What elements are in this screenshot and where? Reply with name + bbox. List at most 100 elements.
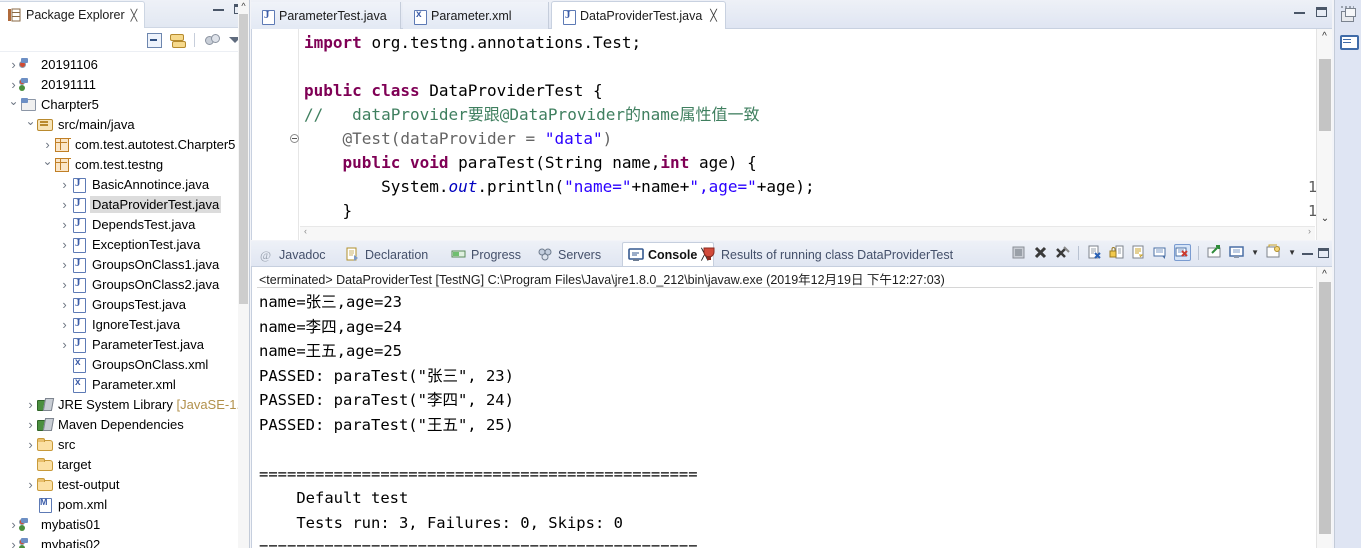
expand-arrow-closed-icon[interactable] xyxy=(59,218,70,231)
tree-item-com-test-testng[interactable]: com.test.testng xyxy=(0,154,249,174)
display-console-icon[interactable] xyxy=(1228,244,1245,261)
editor-scroll-down-arrow[interactable]: ⌄ xyxy=(1317,211,1332,226)
editor-tab-parameter-xml[interactable]: Parameter.xml xyxy=(403,2,549,29)
scroll-lock-icon[interactable] xyxy=(1108,244,1125,261)
view-menu-dots-icon[interactable] xyxy=(204,32,220,48)
expand-arrow-closed-icon[interactable] xyxy=(59,278,70,291)
tree-item-dependstest-java[interactable]: DependsTest.java xyxy=(0,214,249,234)
code-editor[interactable]: 4import org.testng.annotations.Test;56pu… xyxy=(251,29,1332,240)
console-scroll-up-arrow[interactable]: ^ xyxy=(1317,267,1332,282)
expand-arrow-closed-icon[interactable] xyxy=(8,538,19,548)
tree-item-maven-dependencies[interactable]: Maven Dependencies xyxy=(0,414,249,434)
editor-maximize-icon[interactable] xyxy=(1316,7,1327,17)
console-tab-results-of-running-class-dataprovidertest[interactable]: Results of running class DataProviderTes… xyxy=(701,243,953,266)
console-tab-declaration[interactable]: Declaration xyxy=(345,243,428,266)
expand-arrow-closed-icon[interactable] xyxy=(59,198,70,211)
tab-package-explorer[interactable]: Package Explorer ╳ xyxy=(0,1,146,28)
word-wrap-icon[interactable] xyxy=(1130,244,1147,261)
tree-item-pom-xml[interactable]: pom.xml xyxy=(0,494,249,514)
expand-arrow-closed-icon[interactable] xyxy=(8,58,19,71)
pin-console-icon[interactable] xyxy=(1206,244,1223,261)
editor-tab-dataprovidertest-java[interactable]: DataProviderTest.java ╳ xyxy=(551,1,726,29)
editor-scroll-up-arrow[interactable]: ^ xyxy=(1317,29,1332,44)
package-explorer-scrollbar[interactable]: ^ xyxy=(238,0,249,548)
project-tree[interactable]: 20191106 20191111 Charpter5 src/main/java co… xyxy=(0,52,249,548)
expand-arrow-closed-icon[interactable] xyxy=(59,318,70,331)
close-icon[interactable]: ╳ xyxy=(710,9,717,22)
console-output-area[interactable]: <terminated> DataProviderTest [TestNG] C… xyxy=(251,267,1332,548)
restore-perspective-icon[interactable] xyxy=(1338,6,1358,26)
collapse-all-icon[interactable] xyxy=(146,32,162,48)
tree-item-groupstest-java[interactable]: GroupsTest.java xyxy=(0,294,249,314)
tree-item-dataprovidertest-java[interactable]: DataProviderTest.java xyxy=(0,194,249,214)
close-icon[interactable]: ╳ xyxy=(131,9,138,22)
show-console-on-err-icon[interactable] xyxy=(1174,244,1192,261)
java-icon xyxy=(70,276,87,293)
link-with-editor-icon[interactable] xyxy=(169,32,186,48)
expand-arrow-open-icon[interactable] xyxy=(42,158,53,170)
expand-arrow-closed-icon[interactable] xyxy=(59,178,70,191)
tree-item-groupsonclass2-java[interactable]: GroupsOnClass2.java xyxy=(0,274,249,294)
hscroll-right-arrow[interactable]: › xyxy=(1308,226,1311,236)
editor-vertical-scrollbar[interactable]: ^ ⌄ xyxy=(1316,29,1332,240)
expand-arrow-open-icon[interactable] xyxy=(8,98,19,110)
expand-arrow-closed-icon[interactable] xyxy=(42,138,53,151)
tree-item-src-main-java[interactable]: src/main/java xyxy=(0,114,249,134)
console-fastview-icon[interactable] xyxy=(1338,32,1359,52)
tree-item-jre-system-library[interactable]: JRE System Library [JavaSE-1. xyxy=(0,394,249,414)
hscroll-left-arrow[interactable]: ‹ xyxy=(304,226,307,236)
show-console-on-out-icon[interactable] xyxy=(1152,244,1169,261)
expand-arrow-closed-icon[interactable] xyxy=(59,258,70,271)
tree-item-groupsonclass-xml[interactable]: GroupsOnClass.xml xyxy=(0,354,249,374)
folder-icon xyxy=(36,436,53,452)
expand-arrow-closed-icon[interactable] xyxy=(25,478,36,491)
tree-item-mybatis02[interactable]: mybatis02 xyxy=(0,534,249,548)
editor-horizontal-scrollbar[interactable]: ‹ › xyxy=(300,226,1315,240)
expand-arrow-open-icon[interactable] xyxy=(25,118,36,130)
console-scroll-thumb[interactable] xyxy=(1319,282,1331,534)
expand-arrow-closed-icon[interactable] xyxy=(25,418,36,431)
fold-collapse-icon[interactable] xyxy=(290,134,299,143)
expand-arrow-closed-icon[interactable] xyxy=(59,298,70,311)
console-vertical-scrollbar[interactable]: ^ xyxy=(1316,267,1332,548)
terminate-icon[interactable] xyxy=(1032,244,1049,261)
tree-item-com-test-autotest-charpter5[interactable]: com.test.autotest.Charpter5 xyxy=(0,134,249,154)
console-tab-servers[interactable]: Servers xyxy=(538,243,601,266)
expand-arrow-closed-icon[interactable] xyxy=(59,238,70,251)
expand-arrow-closed-icon[interactable] xyxy=(8,78,19,91)
display-console-dropdown-icon[interactable]: ▼ xyxy=(1251,248,1259,257)
tree-item-parametertest-java[interactable]: ParameterTest.java xyxy=(0,334,249,354)
tree-item-exceptiontest-java[interactable]: ExceptionTest.java xyxy=(0,234,249,254)
open-console-icon[interactable] xyxy=(1265,244,1282,261)
scroll-thumb[interactable] xyxy=(239,14,248,304)
tree-item-test-output[interactable]: test-output xyxy=(0,474,249,494)
remove-launch-icon[interactable] xyxy=(1054,244,1071,261)
tree-item-target[interactable]: target xyxy=(0,454,249,474)
expand-arrow-closed-icon[interactable] xyxy=(25,438,36,451)
editor-scroll-thumb[interactable] xyxy=(1319,59,1331,131)
expand-arrow-closed-icon[interactable] xyxy=(25,398,36,411)
editor-minimize-icon[interactable] xyxy=(1294,10,1305,14)
tree-item-mybatis01[interactable]: mybatis01 xyxy=(0,514,249,534)
tree-item-groupsonclass1-java[interactable]: GroupsOnClass1.java xyxy=(0,254,249,274)
tree-item-20191106[interactable]: 20191106 xyxy=(0,54,249,74)
console-maximize-icon[interactable] xyxy=(1318,247,1329,258)
expand-arrow-closed-icon[interactable] xyxy=(8,518,19,531)
tree-item-ignoretest-java[interactable]: IgnoreTest.java xyxy=(0,314,249,334)
open-console-dropdown-icon[interactable]: ▼ xyxy=(1288,248,1296,257)
console-output-line: ========================================… xyxy=(259,464,698,483)
console-tab-progress[interactable]: Progress xyxy=(451,243,521,266)
terminate-all-icon[interactable] xyxy=(1010,244,1027,261)
console-minimize-icon[interactable] xyxy=(1302,251,1313,255)
editor-tab-parametertest-java[interactable]: ParameterTest.java xyxy=(251,2,401,29)
minimize-icon[interactable] xyxy=(213,7,224,11)
console-tab-javadoc[interactable]: @ Javadoc xyxy=(259,243,326,266)
clear-console-icon[interactable] xyxy=(1086,244,1103,261)
tree-item-basicannotince-java[interactable]: BasicAnnotince.java xyxy=(0,174,249,194)
tree-item-20191111[interactable]: 20191111 xyxy=(0,74,249,94)
expand-arrow-closed-icon[interactable] xyxy=(59,338,70,351)
scroll-up-arrow[interactable]: ^ xyxy=(238,0,249,12)
tree-item-src[interactable]: src xyxy=(0,434,249,454)
tree-item-parameter-xml[interactable]: Parameter.xml xyxy=(0,374,249,394)
tree-item-charpter5[interactable]: Charpter5 xyxy=(0,94,249,114)
